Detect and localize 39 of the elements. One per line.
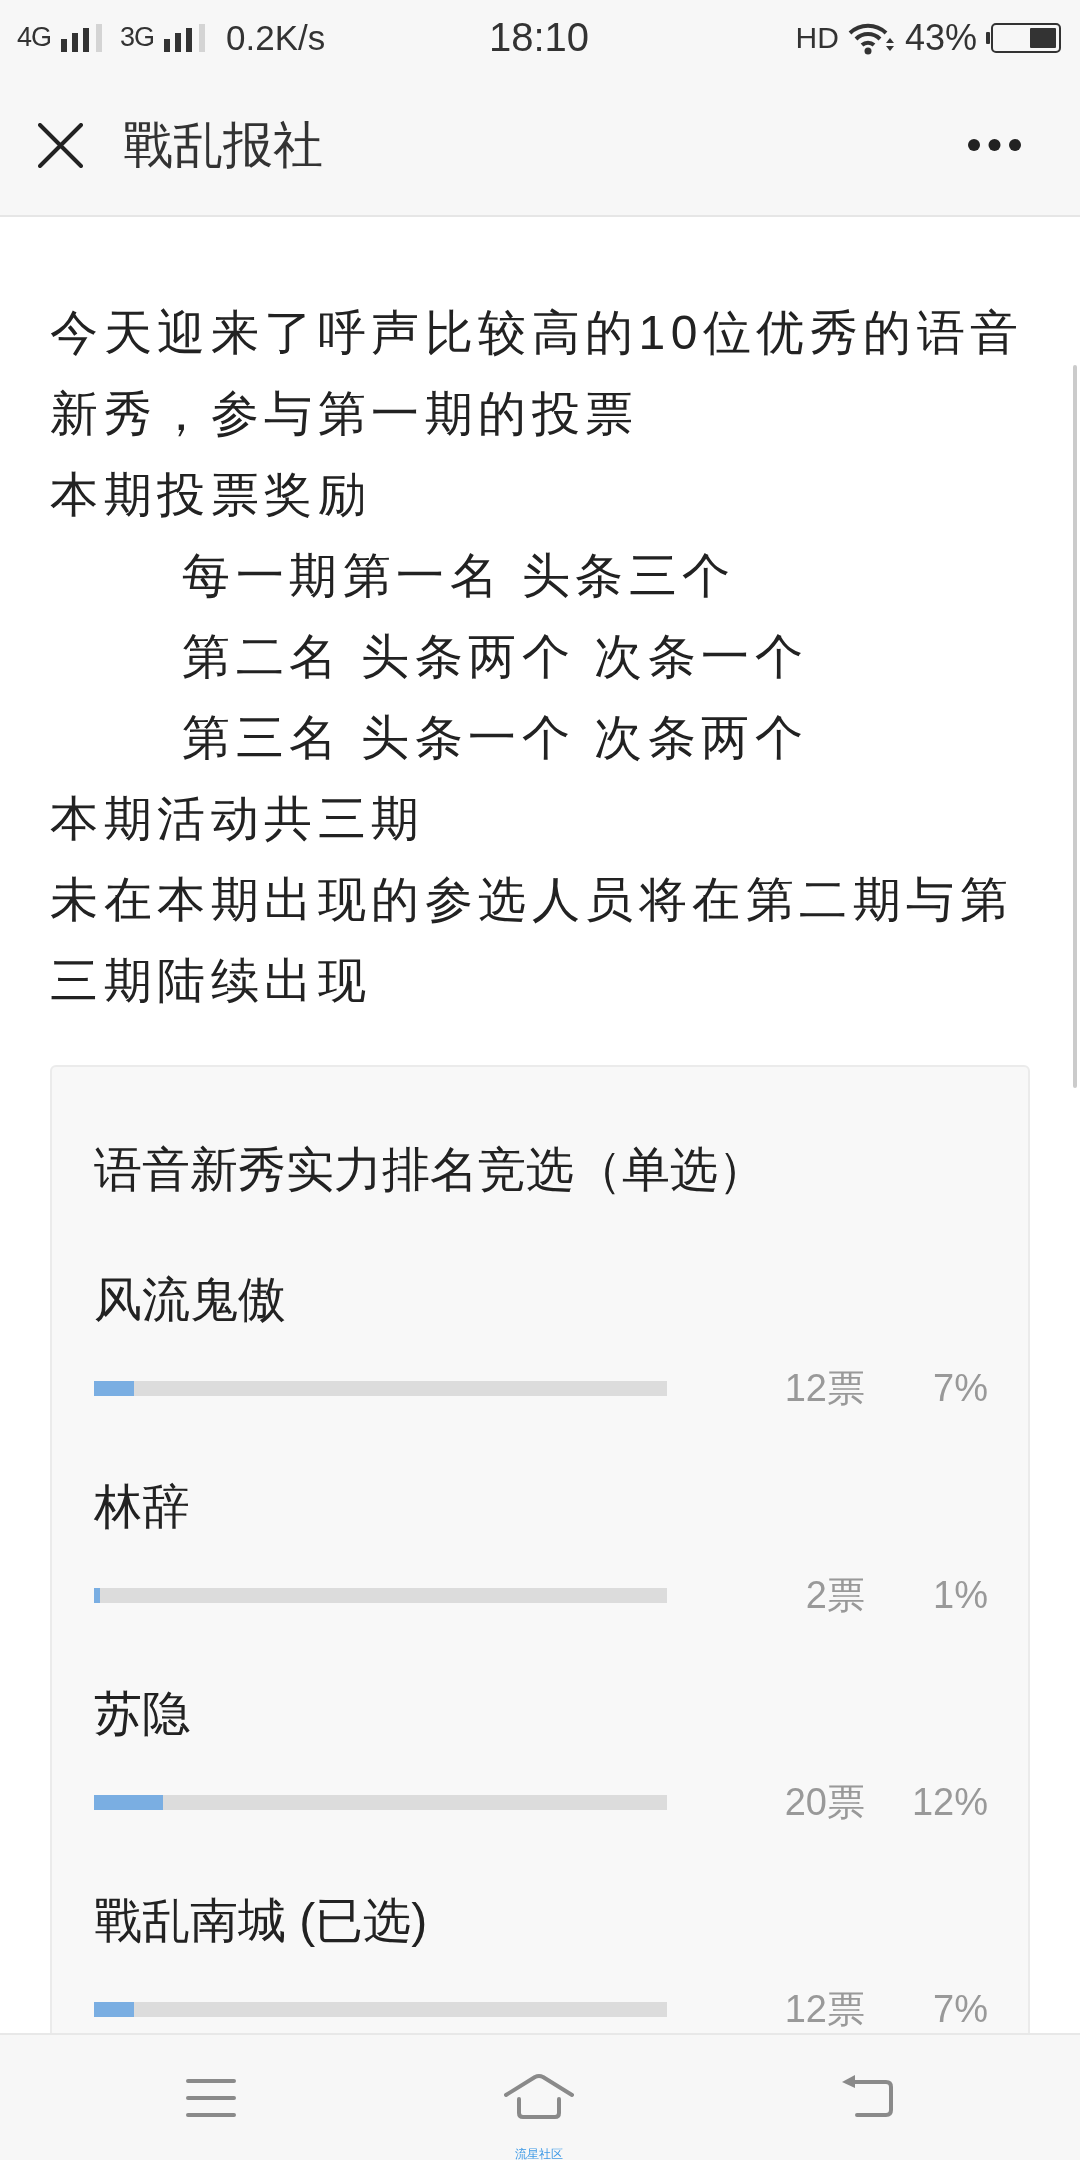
vote-count: 12票 <box>783 1989 865 2029</box>
more-button[interactable] <box>968 139 1021 151</box>
article-text: 本期投票奖励 <box>50 467 372 523</box>
vote-count: 20票 <box>783 1782 865 1822</box>
more-icon <box>968 139 1021 151</box>
option-name[interactable]: 戰乱南城 (已选) <box>94 1891 988 1951</box>
vote-percent: 12% <box>910 1782 988 1822</box>
signal-icon <box>61 23 104 52</box>
option-name[interactable]: 林辞 <box>94 1477 988 1537</box>
data-speed: 0.2K/s <box>226 17 326 58</box>
article-text: 第二名 头条两个 次条一个 <box>182 629 810 685</box>
option-name[interactable]: 风流鬼傲 <box>94 1270 988 1330</box>
back-button[interactable] <box>842 2075 894 2117</box>
article-text: 每一期第一名 头条三个 <box>182 548 737 604</box>
home-icon <box>504 2073 574 2119</box>
option-name[interactable]: 苏隐 <box>94 1684 988 1744</box>
battery-icon <box>986 22 1061 53</box>
vote-percent: 1% <box>932 1575 988 1615</box>
menu-icon <box>186 2079 236 2117</box>
vote-percent: 7% <box>932 1989 988 2029</box>
close-button[interactable] <box>38 122 83 168</box>
signal-icon <box>164 23 207 52</box>
network-type-label: 4G <box>17 22 52 53</box>
poll-title: 语音新秀实力排名竞选（单选） <box>94 1142 767 1198</box>
article-text: 第三名 头条一个 次条两个 <box>182 710 810 766</box>
article-text: 未在本期出现的参选人员将在第二期与第三期陆续出现 <box>50 872 1014 1009</box>
network-type-label: 3G <box>120 22 155 53</box>
hd-label: HD <box>795 20 839 55</box>
page-title: 戰乱报社 <box>123 115 324 175</box>
vote-percent: 7% <box>932 1368 988 1408</box>
menu-button[interactable] <box>186 2079 236 2117</box>
battery-percent: 43% <box>904 16 977 59</box>
article-text: 本期活动共三期 <box>50 791 426 847</box>
vote-count: 2票 <box>804 1575 865 1615</box>
clock-time: 18:10 <box>488 15 590 60</box>
back-icon <box>842 2075 894 2117</box>
close-icon <box>38 122 83 168</box>
article-text: 今天迎来了呼声比较高的10位优秀的语音新秀，参与第一期的投票 <box>50 305 1025 442</box>
vote-count: 12票 <box>783 1368 865 1408</box>
